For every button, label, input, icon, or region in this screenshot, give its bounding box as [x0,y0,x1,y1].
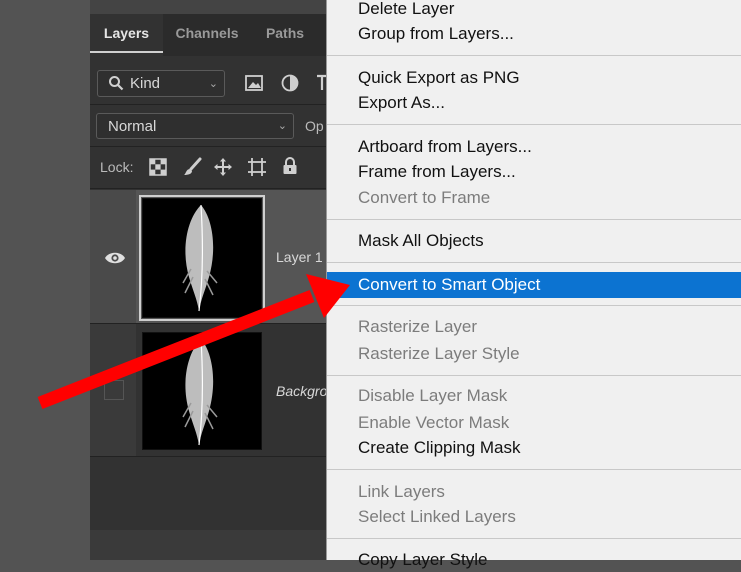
menu-item-select-linked-layers: Select Linked Layers [358,507,516,526]
menu-item-link-layers: Link Layers [358,482,445,501]
eye-icon[interactable] [104,250,126,266]
menu-separator [327,124,741,125]
menu-separator [327,55,741,56]
feather-image [182,338,218,446]
panel-tab-bar: Layers Channels Paths [90,14,330,56]
workspace-gutter [0,0,90,560]
filter-adjustment-icon[interactable] [280,73,300,93]
layer-name[interactable]: Backgro [276,383,327,399]
opacity-label: Op [305,118,324,134]
menu-item-create-clipping-mask[interactable]: Create Clipping Mask [327,436,741,460]
divider [90,456,330,457]
menu-separator [327,305,741,306]
menu-item-convert-to-smart-object[interactable]: Convert to Smart Object [327,272,741,298]
lock-artboard-icon[interactable] [247,157,267,177]
menu-separator [327,538,741,539]
chevron-down-icon: ⌄ [277,120,287,132]
menu-item-delete-layer[interactable]: Delete Layer [327,0,741,21]
menu-item-group-from-layers[interactable]: Group from Layers... [327,22,741,46]
panel-footer [90,530,330,560]
filter-kind-label: Kind [130,75,161,92]
lock-transparent-pixels-icon[interactable] [149,158,167,176]
layer-context-menu: Delete Layer Group from Layers... Quick … [326,0,741,569]
menu-item-copy-layer-style[interactable]: Copy Layer Style [327,548,741,572]
layer-name[interactable]: Layer 1 [276,249,323,265]
tab-layers[interactable]: Layers [90,14,163,56]
menu-separator [327,375,741,376]
menu-item-artboard-from-layers[interactable]: Artboard from Layers... [327,135,741,159]
divider [90,146,330,147]
menu-separator [327,469,741,470]
menu-item-frame-from-layers[interactable]: Frame from Layers... [327,160,741,184]
layer-thumbnail[interactable] [142,332,262,450]
layer-thumbnail[interactable] [139,195,265,321]
tab-paths[interactable]: Paths [252,14,318,56]
feather-image [182,204,218,312]
menu-item-disable-layer-mask: Disable Layer Mask [358,386,508,405]
menu-item-quick-export-png[interactable]: Quick Export as PNG [327,66,741,90]
menu-separator [327,262,741,263]
visibility-toggle-empty[interactable] [104,380,124,400]
menu-item-mask-all-objects[interactable]: Mask All Objects [327,229,741,253]
lock-all-icon[interactable] [282,156,298,176]
lock-image-pixels-brush-icon[interactable] [182,157,202,177]
menu-item-enable-vector-mask: Enable Vector Mask [358,413,510,432]
menu-separator [327,219,741,220]
search-icon [108,75,124,91]
tab-channels[interactable]: Channels [165,14,249,56]
filter-kind-dropdown[interactable]: Kind ⌄ [97,70,225,97]
divider [90,104,330,105]
panel-header-strip [90,0,330,14]
divider [90,188,330,189]
lock-label: Lock: [100,159,134,175]
lock-position-move-icon[interactable] [213,157,233,177]
menu-item-export-as[interactable]: Export As... [327,91,741,115]
chevron-down-icon: ⌄ [208,78,218,90]
filter-image-icon[interactable] [244,73,264,93]
menu-item-convert-to-frame: Convert to Frame [358,188,491,207]
menu-item-rasterize-layer: Rasterize Layer [358,317,478,336]
blend-mode-dropdown[interactable]: Normal ⌄ [96,113,294,139]
blend-mode-value: Normal [108,118,157,135]
menu-item-rasterize-layer-style: Rasterize Layer Style [358,344,520,363]
